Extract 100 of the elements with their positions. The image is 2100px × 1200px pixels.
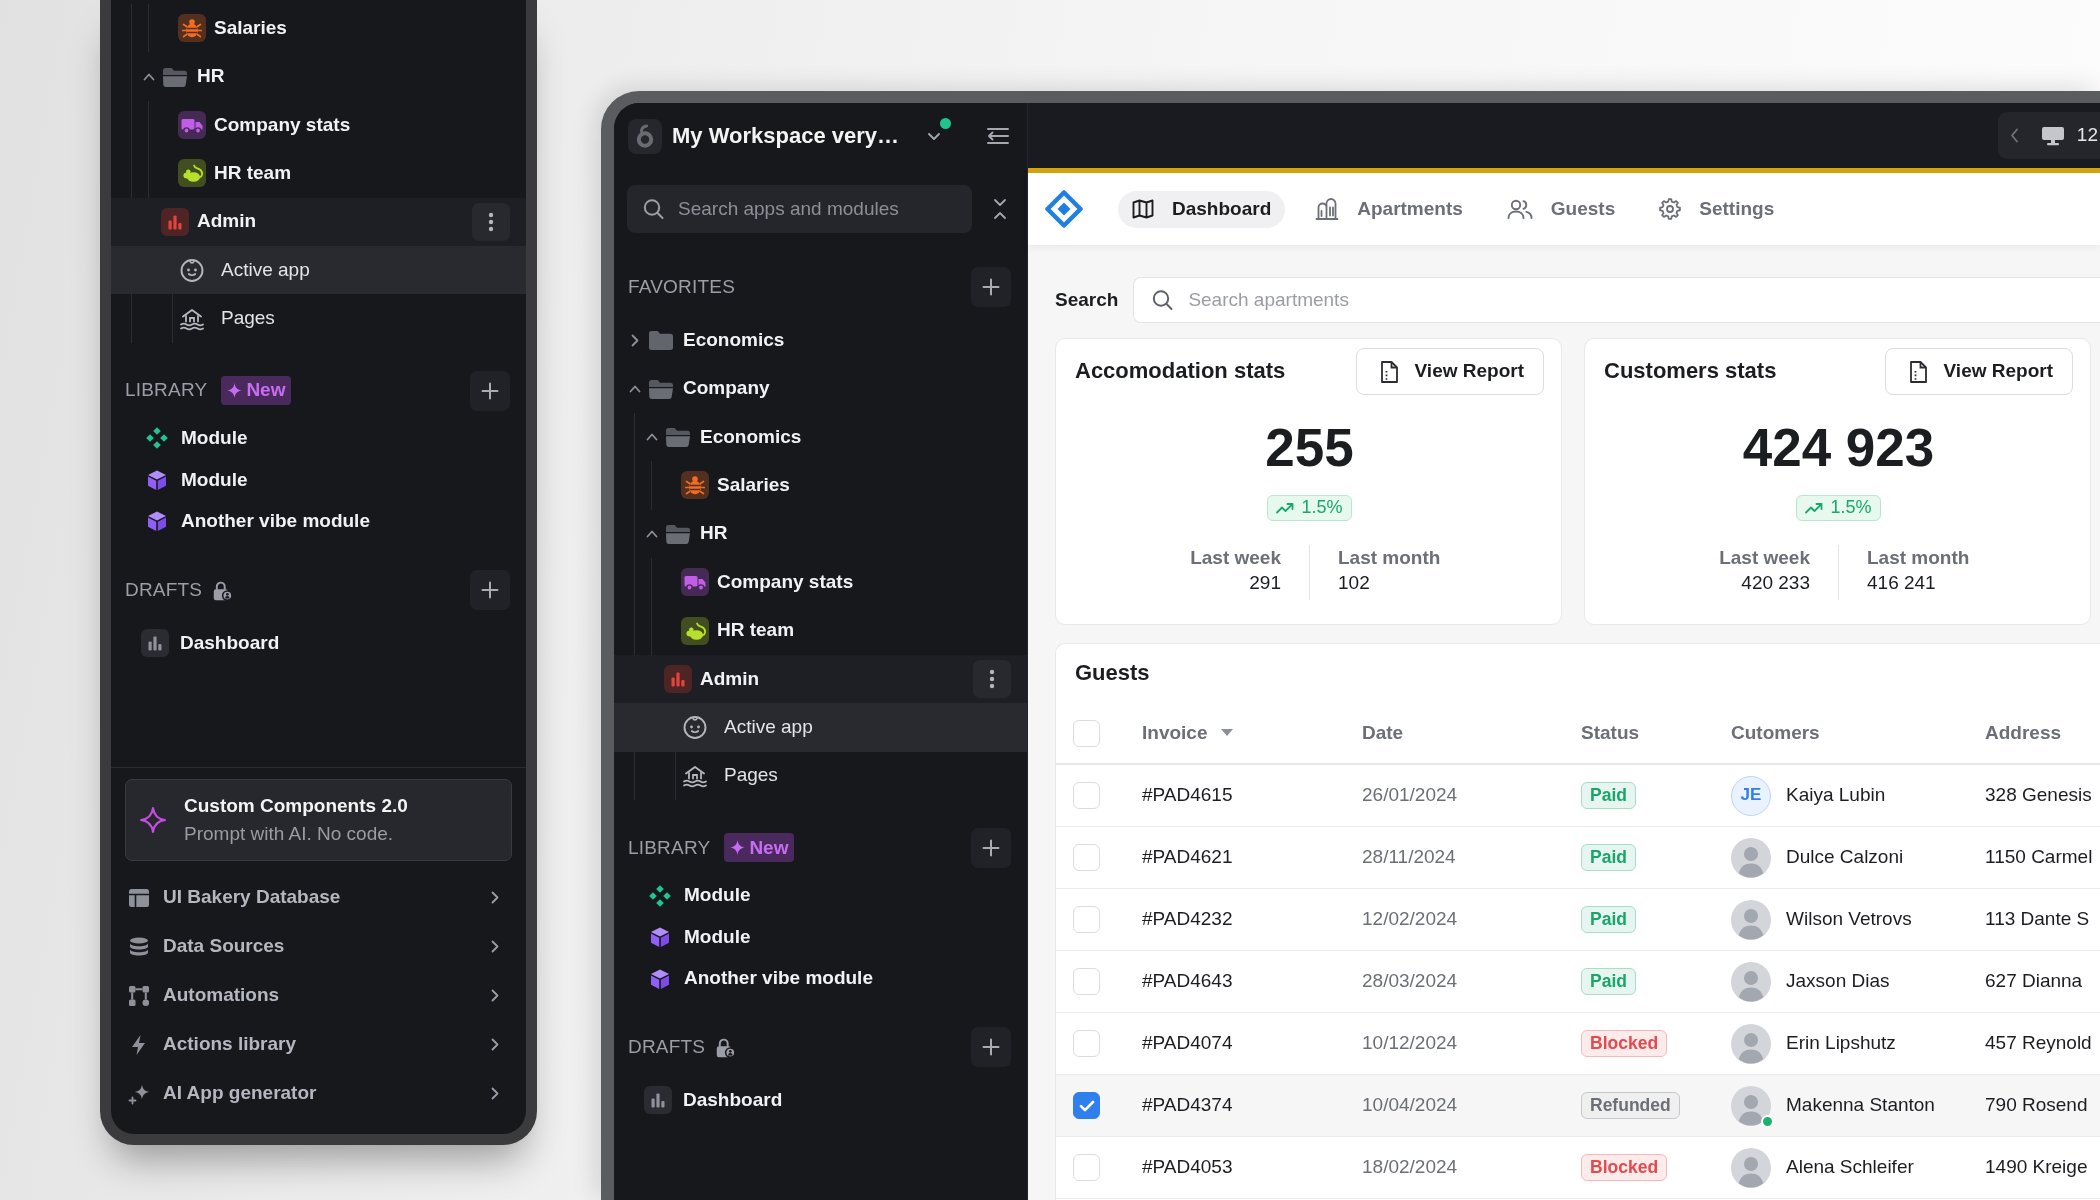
more-icon xyxy=(488,211,494,232)
column-header[interactable]: Cutomers xyxy=(1731,721,1820,745)
plus-icon xyxy=(481,381,499,400)
column-header[interactable]: Date xyxy=(1362,721,1404,745)
folder-item[interactable]: Company xyxy=(614,364,1027,413)
folder-item[interactable]: HR xyxy=(614,509,1027,558)
search-field[interactable]: Search apps and modules xyxy=(627,185,972,233)
table-row[interactable]: #PAD4053 18/02/2024 Blocked Alena Schleifer 1490 Kreige xyxy=(1056,1137,2100,1199)
chevrons-icon[interactable] xyxy=(993,198,1007,220)
folder-item[interactable]: Economics xyxy=(614,412,1027,462)
app-item[interactable]: HR team xyxy=(614,606,1027,655)
address-text: 328 Genesis xyxy=(1985,784,2092,807)
menu-item[interactable]: AI App generator xyxy=(125,1069,512,1118)
monitor-icon[interactable] xyxy=(2040,125,2065,146)
address-text: 1150 Carmel xyxy=(1985,846,2093,869)
view-report-button[interactable]: View Report xyxy=(1355,348,1544,395)
more-icon xyxy=(989,668,995,689)
table-row[interactable]: #PAD4374 10/04/2024 Refunded Makenna Stanton 790 Rosend xyxy=(1056,1075,2100,1137)
add-button[interactable] xyxy=(971,1027,1011,1068)
page-item[interactable]: Pages xyxy=(111,294,526,343)
module-item[interactable]: Module xyxy=(111,459,526,501)
more-button[interactable] xyxy=(472,202,510,241)
document-icon xyxy=(1907,360,1928,383)
menu-icon[interactable] xyxy=(986,127,1010,145)
diamond-logo-icon xyxy=(1045,190,1083,228)
module-item[interactable]: Module xyxy=(111,417,526,460)
app-item[interactable]: HR team xyxy=(111,149,526,198)
app-item[interactable]: Salaries xyxy=(614,461,1027,510)
add-button[interactable] xyxy=(971,827,1011,868)
nav-tab[interactable]: Apartments xyxy=(1301,190,1477,228)
add-button[interactable] xyxy=(971,267,1011,307)
period-label: Last month xyxy=(1867,546,1970,570)
page-item[interactable]: Active app xyxy=(614,703,1027,752)
building-icon xyxy=(1315,198,1340,220)
table-row[interactable]: #PAD4621 28/11/2024 Paid Dulce Calzoni 1150 Carmel xyxy=(1056,827,2100,889)
checkbox[interactable] xyxy=(1073,1092,1100,1119)
period-value: 420 233 xyxy=(1741,571,1810,595)
workspace-name[interactable]: My Workspace very… xyxy=(672,122,900,150)
database-icon xyxy=(128,935,150,958)
section-title: LIBRARY xyxy=(125,379,208,403)
page-item[interactable]: Active app xyxy=(111,245,526,295)
status-badge: Refunded xyxy=(1581,1092,1680,1119)
promo-title: Custom Components 2.0 xyxy=(184,794,408,818)
app-item[interactable]: Admin xyxy=(614,654,1027,704)
menu-item[interactable]: Automations xyxy=(125,971,512,1020)
avatar-icon xyxy=(1731,1085,1771,1126)
table-row[interactable]: #PAD4615 26/01/2024 Paid JE Kaiya Lubin 328 Genesis xyxy=(1056,765,2100,827)
date-text: 18/02/2024 xyxy=(1362,1156,1458,1179)
table-row[interactable]: #PAD4232 12/02/2024 Paid Wilson Vetrovs 113 Dante S xyxy=(1056,889,2100,951)
invoice-number: #PAD4615 xyxy=(1142,784,1233,807)
menu-item[interactable]: Actions library xyxy=(125,1020,512,1069)
menu-item[interactable]: Data Sources xyxy=(125,922,512,971)
draft-item[interactable]: Dashboard xyxy=(614,1079,1027,1122)
customer-name: Makenna Stanton xyxy=(1786,1094,1935,1117)
chevron-left-icon[interactable] xyxy=(2009,128,2019,143)
add-button[interactable] xyxy=(470,570,510,611)
add-button[interactable] xyxy=(470,370,510,411)
sparkle-icon xyxy=(729,839,747,857)
address-text: 457 Reynold xyxy=(1985,1032,2092,1055)
table-row[interactable]: #PAD4643 28/03/2024 Paid Jaxson Dias 627 Dianna xyxy=(1056,951,2100,1013)
folder-item[interactable]: Economics xyxy=(614,316,1027,365)
folder-item[interactable]: HR xyxy=(111,52,526,101)
chevron-right-icon xyxy=(491,1087,499,1100)
app-item[interactable]: Salaries xyxy=(111,4,526,53)
module-item[interactable]: Module xyxy=(614,916,1027,958)
nav-tab[interactable]: Settings xyxy=(1645,190,1789,228)
section-title: LIBRARY xyxy=(628,836,711,860)
module-item[interactable]: Another vibe module xyxy=(111,500,526,543)
view-report-button[interactable]: View Report xyxy=(1884,348,2073,395)
lock-icon xyxy=(715,1036,737,1058)
users-icon xyxy=(1506,199,1533,219)
module-item[interactable]: Module xyxy=(614,874,1027,917)
period-label: Last month xyxy=(1338,546,1441,570)
card-title: Accomodation stats xyxy=(1075,358,1286,385)
status-badge: Paid xyxy=(1581,782,1636,809)
new-label: New xyxy=(749,836,789,860)
invoice-number: #PAD4053 xyxy=(1142,1156,1233,1179)
trend-up-icon xyxy=(1805,502,1824,514)
more-button[interactable] xyxy=(973,659,1011,698)
column-header[interactable]: Address xyxy=(1985,721,2062,745)
search-field[interactable]: Search apartments xyxy=(1133,277,2100,323)
column-header[interactable]: Invoice xyxy=(1142,721,1234,745)
app-item[interactable]: Admin xyxy=(111,197,526,246)
invoice-number: #PAD4074 xyxy=(1142,1032,1233,1055)
app-item[interactable]: Company stats xyxy=(614,557,1027,607)
chevron-down-icon[interactable] xyxy=(927,131,942,141)
draft-item[interactable]: Dashboard xyxy=(111,622,526,665)
promo-card[interactable]: Custom Components 2.0 Prompt with AI. No code. xyxy=(125,779,512,861)
module-item[interactable]: Another vibe module xyxy=(614,957,1027,1000)
menu-item[interactable]: UI Bakery Database xyxy=(125,873,512,922)
nav-tab[interactable]: Guests xyxy=(1492,190,1630,228)
plus-icon xyxy=(982,838,1000,857)
period-value: 416 241 xyxy=(1867,571,1936,595)
period-value: 102 xyxy=(1338,571,1370,595)
app-item[interactable]: Company stats xyxy=(111,100,526,150)
column-header[interactable]: Status xyxy=(1581,721,1640,745)
page-item[interactable]: Pages xyxy=(614,751,1027,800)
nav-tab[interactable]: Dashboard xyxy=(1118,190,1286,228)
period-label: Last week xyxy=(1190,546,1281,570)
change-value: 1.5% xyxy=(1301,497,1343,519)
